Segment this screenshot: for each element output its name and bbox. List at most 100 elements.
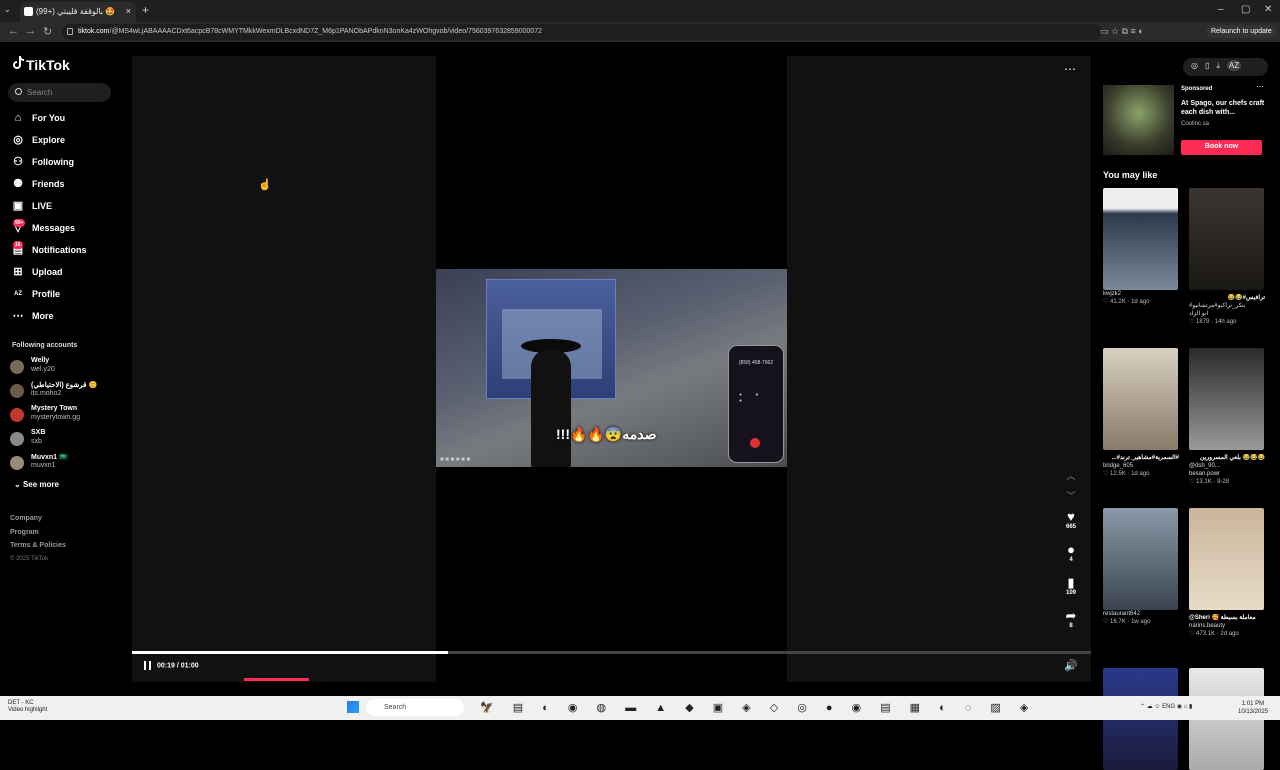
sidebar-item-label: Messages [32,223,76,233]
bookmark-button[interactable]: ▮ 109 [1060,576,1082,609]
tab-search-icon[interactable]: ⌄ [4,5,11,14]
next-video-icon[interactable]: ﹀ [1066,486,1076,506]
minimize-button[interactable]: – [1218,4,1224,15]
maximize-button[interactable]: ▢ [1241,4,1250,15]
suggested-video-card[interactable]: 😂😂😂 بلعي المسرورين @dsh_90... besan.powr ♡ … [1189,348,1265,486]
card-title: #السمرية#مشاهير_ترند#... [1111,455,1179,461]
action-count: 4 [1069,557,1073,563]
sidebar-item-notifications[interactable]: ▤ 16 Notifications [10,241,120,264]
header-action-icons[interactable]: ◎▯⤓ AZ [1183,58,1268,76]
relaunch-button[interactable]: Relaunch to update [1206,25,1277,38]
tab-close-icon[interactable]: × [126,6,131,16]
following-accounts-title: Following accounts [12,342,78,349]
notification-badge: 99+ [13,219,26,227]
sidebar-item-friends[interactable]: ⚉ Friends [10,176,120,198]
suggested-video-card[interactable]: @Sheri 🥰 معاملة بسيطة narins.beauty ♡ 473.… [1189,508,1265,638]
taskbar-apps[interactable]: 🦅 ▤ ◐ ◉ ◍ ▬ ▲ ◆ ▣ ◈ ◇ ◎ ● ◉ ▤ ▦ ◐ ◌ ▨ ◈ [480,701,1036,714]
extensions-icons[interactable]: ▭ ☆ ⧉ ≡ ◐ [1100,26,1144,37]
following-account[interactable]: قرشوع (الاحتياطي) 😊 its.moho2 [10,380,120,402]
footer-program-link[interactable]: Program [10,526,66,540]
system-tray[interactable]: ⌃ ☁ ☺ ENG ◉ ⌂ ▮ [1140,703,1192,710]
ad-thumbnail[interactable] [1103,85,1174,155]
back-icon[interactable]: ← [8,25,19,37]
red-strip [244,678,309,681]
following-icon: ⚇ [13,156,23,168]
book-now-button[interactable]: Book now [1181,140,1262,155]
following-account[interactable]: SXB sxb [10,428,120,450]
clock[interactable]: 1:01 PM 10/13/2025 [1238,700,1268,716]
sidebar-item-upload[interactable]: ⊞ Upload [10,264,120,286]
sidebar-item-label: Profile [32,289,61,299]
see-more-label: See more [22,480,59,489]
comment-button[interactable]: ● 4 [1060,543,1082,576]
following-account[interactable]: Welly wel.y20 [10,356,120,378]
progress-bar[interactable] [132,651,1091,654]
volume-icon[interactable]: 🔊 [1064,659,1078,672]
card-username[interactable]: kwjzk2 [1103,290,1179,298]
card-username[interactable]: bridge_605 [1103,462,1179,470]
video-phone-overlay: (858) 458-7962 ● ● ● [728,345,784,463]
sidebar-item-for-you[interactable]: ⌂ For You [10,110,120,132]
site-info-icon[interactable] [67,28,73,35]
more-options-icon[interactable]: ⋯ [1064,62,1077,76]
sidebar-item-following[interactable]: ⚇ Following [10,154,120,176]
following-account[interactable]: Mystery Town mysterytown.gg [10,404,120,426]
suggested-video-card[interactable]: ترافيس#😂😂 #بنكر_تراكيو#مرتشانيو ابو الزاد ♡… [1189,188,1265,326]
sidebar-item-label: Friends [32,179,65,189]
footer-company-link[interactable]: Company [10,512,66,526]
suggested-video-card[interactable]: #السمرية#مشاهير_ترند#... bridge_605 ♡ 12.5… [1103,348,1179,478]
card-username[interactable]: narins.beauty [1189,622,1265,630]
new-tab-button[interactable]: + [142,3,149,17]
browser-tab[interactable]: (99+) بالوقفة قليبتي 🤩 × [20,2,136,22]
phone-call-buttons: ● ● ● [739,392,765,404]
share-button[interactable]: ➦ 8 [1060,609,1082,642]
search-input[interactable]: Search [8,83,111,102]
footer-terms-link[interactable]: Terms & Policies [10,539,66,553]
tiktok-logo[interactable]: TikTok [12,56,70,73]
mouse-cursor-icon: ☝ [258,179,272,191]
video-thumbnail[interactable] [1103,188,1178,290]
browser-tab-strip: ⌄ (99+) بالوقفة قليبتي 🤩 × + – ▢ ✕ [0,0,1280,22]
heart-button[interactable]: ♥ 665 [1060,510,1082,543]
sidebar-item-messages[interactable]: ▽ 99+ Messages [10,219,120,242]
pause-icon[interactable] [144,661,151,670]
video-thumbnail[interactable] [1103,348,1178,450]
sidebar-item-more[interactable]: ⋯ More [10,308,120,330]
video-thumbnail[interactable] [1189,188,1264,290]
card-likes: 13.1K [1196,479,1212,485]
card-username[interactable]: #بنكر_تراكيو#مرتشانيو [1189,302,1265,310]
forward-icon[interactable]: → [25,25,36,37]
video-thumbnail[interactable] [1189,508,1264,610]
weather-widget[interactable]: DET - KC Video highlight [8,700,47,714]
video-player[interactable]: (858) 458-7962 ● ● ● صدمه😨🔥🔥!!! ■ ■ ■ ■ … [132,56,1091,682]
taskbar-search[interactable]: Search [366,699,464,716]
sidebar-item-profile[interactable]: AZ Profile [10,286,120,308]
card-age: 1d ago [1131,471,1150,477]
reload-icon[interactable]: ↻ [43,25,52,38]
weather-subtitle: Video highlight [8,707,48,713]
card-username[interactable]: @dsh_90... [1189,462,1265,470]
sidebar-item-explore[interactable]: ◎ Explore [10,132,120,154]
see-more-button[interactable]: ⌄ See more [14,480,59,489]
windows-start-icon[interactable] [347,701,359,713]
ad-title[interactable]: At Spago, our chefs craft each dish with… [1181,99,1267,117]
video-navigation: ︿ ﹀ [1066,466,1076,506]
suggested-video-card[interactable]: restaurant642 ♡ 16.7K · 1w ago [1103,508,1179,626]
time-total: 01:00 [180,662,199,670]
video-thumbnail[interactable] [1103,508,1178,610]
ad-more-icon[interactable]: ⋯ [1256,82,1264,91]
video-thumbnail[interactable] [1189,348,1264,450]
card-age: 1d ago [1131,299,1150,305]
phone-number: (858) 458-7962 [738,360,774,366]
url-field[interactable]: tiktok.com/@MS4wLjABAAAACDxt6acpcB78cWMY… [62,24,1102,40]
tiktok-logo-icon [13,56,24,69]
close-window-button[interactable]: ✕ [1264,4,1272,15]
upload-icon: ⊞ [13,266,23,278]
video-frame[interactable]: (858) 458-7962 ● ● ● صدمه😨🔥🔥!!! ■ ■ ■ ■ … [436,269,787,467]
previous-video-icon[interactable]: ︿ [1066,466,1076,486]
following-account[interactable]: Muvxn1 🇸🇦 muvxn1 [10,452,120,474]
card-username[interactable]: restaurant642 [1103,610,1179,618]
suggested-video-card[interactable]: kwjzk2 ♡ 41.2K · 1d ago [1103,188,1179,306]
chevron-down-icon: ⌄ [14,480,23,489]
sidebar-item-live[interactable]: ▣ LIVE [10,198,120,220]
